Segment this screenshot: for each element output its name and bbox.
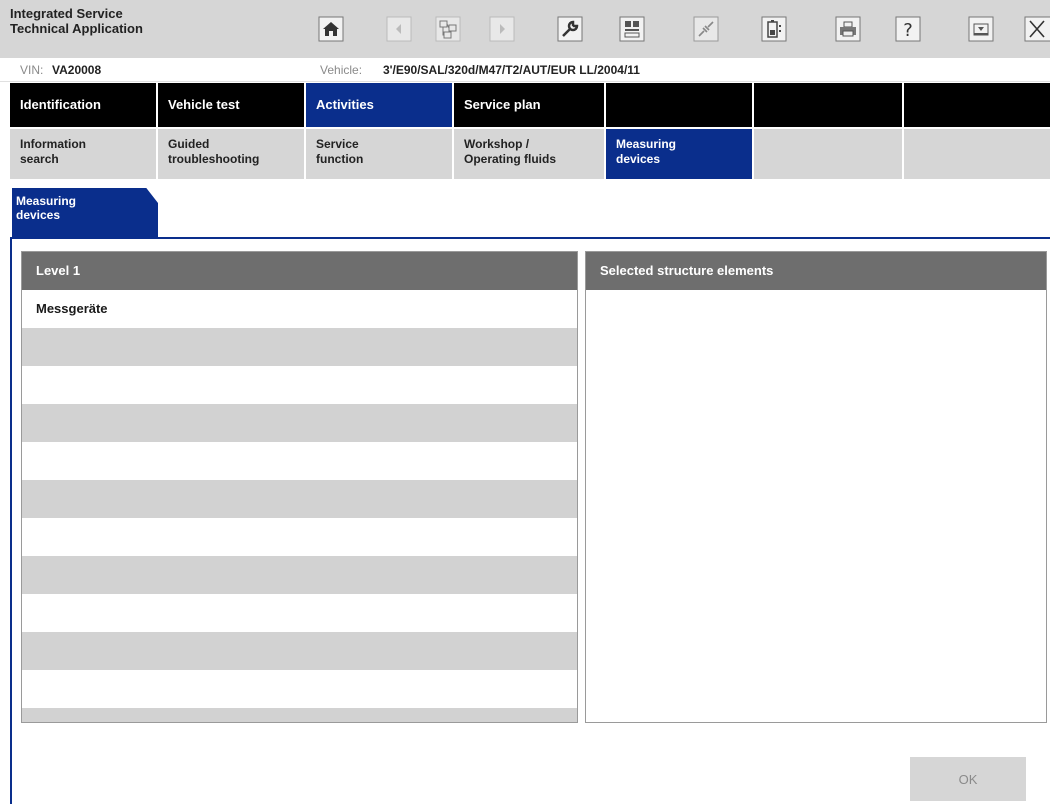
level-1-panel: Level 1 Messgeräte (21, 251, 578, 723)
help-button[interactable]: ? (890, 12, 926, 46)
level-1-header: Level 1 (22, 252, 577, 290)
back-button[interactable] (381, 12, 417, 46)
main-tabs: Identification Vehicle test Activities S… (0, 83, 1050, 127)
arrow-right-icon (489, 16, 515, 42)
connection-icon (693, 16, 719, 42)
display-button[interactable] (614, 12, 650, 46)
home-button[interactable] (313, 12, 349, 46)
vehicle-info-bar: VIN: VA20008 Vehicle: 3'/E90/SAL/320d/M4… (0, 58, 1050, 82)
tab-empty-2 (754, 83, 902, 127)
close-icon (1024, 16, 1050, 42)
subtab-measuring-devices[interactable]: Measuring devices (606, 129, 752, 179)
list-item (22, 632, 577, 670)
minimize-button[interactable] (963, 12, 999, 46)
print-button[interactable] (830, 12, 866, 46)
vin-value: VA20008 (52, 63, 102, 77)
wrench-button[interactable] (552, 12, 588, 46)
subtab-empty-2 (904, 129, 1050, 179)
vehicle-label: Vehicle: (320, 63, 363, 77)
sub-tabs: Information search Guided troubleshootin… (0, 129, 1050, 179)
tab-identification[interactable]: Identification (10, 83, 156, 127)
list-item (22, 670, 577, 708)
structure-icon (435, 16, 461, 42)
subtab-workshop-operating-fluids[interactable]: Workshop / Operating fluids (454, 129, 604, 179)
list-item (22, 328, 577, 366)
title-bar: Integrated Service Technical Application (0, 0, 1050, 58)
arrow-left-icon (386, 16, 412, 42)
list-item (22, 708, 577, 722)
tab-activities[interactable]: Activities (306, 83, 452, 127)
minimize-icon (968, 16, 994, 42)
battery-icon (761, 16, 787, 42)
battery-button[interactable] (756, 12, 792, 46)
vin-label: VIN: (20, 63, 44, 77)
wrench-icon (557, 16, 583, 42)
selected-elements-panel: Selected structure elements (585, 251, 1047, 723)
subtab-information-search[interactable]: Information search (10, 129, 156, 179)
content-tab-measuring-devices[interactable]: Measuring devices (12, 188, 158, 238)
display-icon (619, 16, 645, 42)
close-button[interactable] (1024, 12, 1050, 46)
subtab-guided-troubleshooting[interactable]: Guided troubleshooting (158, 129, 304, 179)
list-item (22, 480, 577, 518)
home-icon (318, 16, 344, 42)
printer-icon (835, 16, 861, 42)
list-item (22, 594, 577, 632)
list-item (22, 366, 577, 404)
tab-empty-1 (606, 83, 752, 127)
list-item (22, 404, 577, 442)
structure-button[interactable] (430, 12, 466, 46)
list-item (22, 556, 577, 594)
tab-service-plan[interactable]: Service plan (454, 83, 604, 127)
list-item[interactable]: Messgeräte (22, 290, 577, 328)
vehicle-value: 3'/E90/SAL/320d/M47/T2/AUT/EUR LL/2004/1… (383, 63, 640, 77)
list-item (22, 442, 577, 480)
help-icon: ? (895, 16, 921, 42)
tab-empty-3 (904, 83, 1050, 127)
app-title: Integrated Service Technical Application (10, 6, 143, 36)
ok-button[interactable]: OK (910, 757, 1026, 801)
tab-vehicle-test[interactable]: Vehicle test (158, 83, 304, 127)
subtab-empty-1 (754, 129, 902, 179)
connection-button[interactable] (688, 12, 724, 46)
svg-text:?: ? (903, 20, 913, 41)
list-item (22, 518, 577, 556)
subtab-service-function[interactable]: Service function (306, 129, 452, 179)
forward-button[interactable] (484, 12, 520, 46)
selected-elements-header: Selected structure elements (586, 252, 1046, 290)
